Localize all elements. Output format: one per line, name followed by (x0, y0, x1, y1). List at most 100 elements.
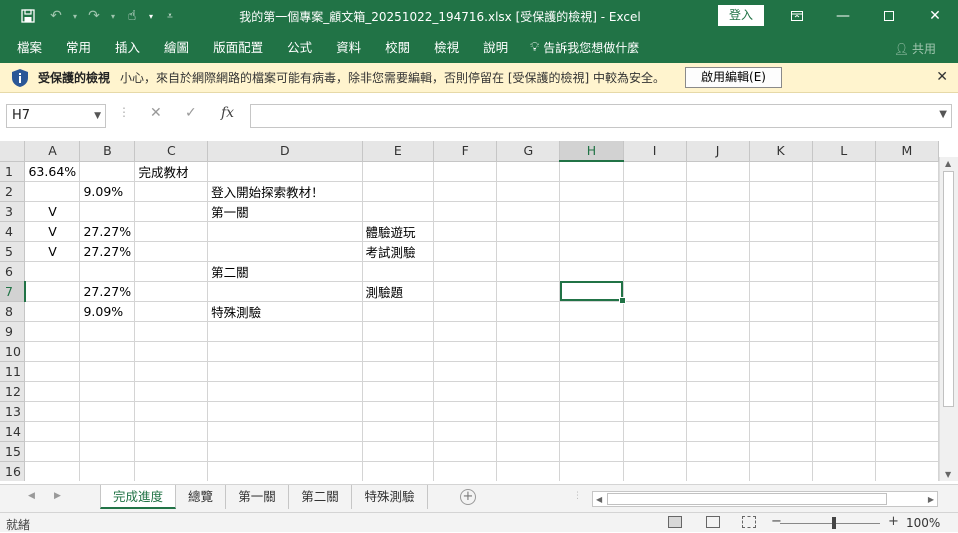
cell-h15[interactable] (559, 441, 624, 462)
cell-m5[interactable] (875, 241, 939, 262)
cell-table[interactable]: ABCDEFGHIJKLM 1 63.64% 完成教材 2 9.09% 登入開始探索教材！… (0, 141, 939, 481)
cell-c2[interactable] (134, 181, 209, 202)
cell-g10[interactable] (496, 341, 561, 362)
redo-icon[interactable]: ↷ (80, 0, 108, 32)
cell-e5[interactable]: 考試測驗 (362, 241, 435, 262)
cell-f14[interactable] (433, 421, 498, 442)
tab-insert[interactable]: 插入 (103, 32, 152, 63)
cell-m13[interactable] (875, 401, 939, 422)
zoom-level[interactable]: 100% (906, 516, 940, 530)
cell-e6[interactable] (362, 261, 435, 282)
column-header-c[interactable]: C (134, 141, 209, 162)
cell-l6[interactable] (812, 261, 876, 282)
cell-b6[interactable] (79, 261, 136, 282)
cell-i4[interactable] (623, 221, 687, 242)
cell-a9[interactable] (24, 321, 81, 342)
row-header[interactable]: 16 (0, 461, 26, 481)
cell-b5[interactable]: 27.27% (79, 241, 136, 262)
insert-function-icon[interactable]: fx (221, 105, 234, 121)
name-box[interactable]: H7 ▼ (6, 104, 106, 128)
touch-mode-icon[interactable]: ☝ (118, 0, 146, 32)
cell-j11[interactable] (686, 361, 750, 382)
cell-b11[interactable] (79, 361, 136, 382)
cell-h5[interactable] (559, 241, 624, 262)
cell-a13[interactable] (24, 401, 81, 422)
column-header-m[interactable]: M (875, 141, 939, 162)
cell-c5[interactable] (134, 241, 209, 262)
cell-l13[interactable] (812, 401, 876, 422)
cell-g16[interactable] (496, 461, 561, 481)
minimize-icon[interactable]: — (820, 0, 866, 32)
worksheet-grid[interactable]: ABCDEFGHIJKLM 1 63.64% 完成教材 2 9.09% 登入開始探索教材！… (0, 141, 939, 481)
cell-b15[interactable] (79, 441, 136, 462)
vertical-scroll-thumb[interactable] (943, 171, 954, 407)
cell-f10[interactable] (433, 341, 498, 362)
chevron-down-icon[interactable]: ▼ (94, 105, 101, 127)
cell-d6[interactable]: 第二關 (207, 261, 363, 282)
cell-i11[interactable] (623, 361, 687, 382)
cell-h4[interactable] (559, 221, 624, 242)
cell-m3[interactable] (875, 201, 939, 222)
cell-g5[interactable] (496, 241, 561, 262)
cell-l9[interactable] (812, 321, 876, 342)
cell-h13[interactable] (559, 401, 624, 422)
cell-h7[interactable] (559, 281, 626, 303)
cell-g11[interactable] (496, 361, 561, 382)
row-header[interactable]: 12 (0, 381, 26, 402)
row-header[interactable]: 4 (0, 221, 26, 242)
cell-k12[interactable] (749, 381, 813, 402)
row-header[interactable]: 2 (0, 181, 26, 202)
prev-sheet-icon[interactable]: ◀ (28, 491, 35, 501)
cell-f8[interactable] (433, 301, 498, 322)
cell-g8[interactable] (496, 301, 561, 322)
expand-formula-bar-icon[interactable]: ▼ (939, 109, 947, 120)
cell-l8[interactable] (812, 301, 876, 322)
formula-input[interactable]: ▼ (250, 104, 952, 128)
enter-icon[interactable]: ✓ (185, 105, 197, 121)
cell-m10[interactable] (875, 341, 939, 362)
cell-e14[interactable] (362, 421, 435, 442)
cell-c6[interactable] (134, 261, 209, 282)
cell-a15[interactable] (24, 441, 81, 462)
cell-f3[interactable] (433, 201, 498, 222)
cell-f1[interactable] (433, 161, 498, 182)
cell-a6[interactable] (24, 261, 81, 282)
horizontal-scroll-thumb[interactable] (607, 493, 887, 505)
cell-m11[interactable] (875, 361, 939, 382)
cell-k15[interactable] (749, 441, 813, 462)
cell-l11[interactable] (812, 361, 876, 382)
tab-view[interactable]: 檢視 (422, 32, 471, 63)
cell-g13[interactable] (496, 401, 561, 422)
column-header-j[interactable]: J (686, 141, 750, 162)
cell-h1[interactable] (559, 161, 624, 182)
cell-i5[interactable] (623, 241, 687, 262)
cell-m1[interactable] (875, 161, 939, 182)
cell-d14[interactable] (207, 421, 363, 442)
column-header-h[interactable]: H (559, 141, 624, 162)
horizontal-scrollbar[interactable]: ◀ ▶ (592, 491, 938, 507)
column-header-g[interactable]: G (496, 141, 561, 162)
tab-home[interactable]: 常用 (54, 32, 103, 63)
touch-mode-dropdown-icon[interactable]: ▾ (146, 0, 156, 32)
cell-f9[interactable] (433, 321, 498, 342)
column-header-a[interactable]: A (24, 141, 81, 162)
sheet-tab-overview[interactable]: 總覽 (176, 485, 226, 509)
cell-a10[interactable] (24, 341, 81, 362)
cell-m9[interactable] (875, 321, 939, 342)
cell-e2[interactable] (362, 181, 435, 202)
cell-k5[interactable] (749, 241, 813, 262)
cell-a16[interactable] (24, 461, 81, 481)
cell-g7[interactable] (496, 281, 561, 302)
cell-i1[interactable] (623, 161, 687, 182)
cancel-icon[interactable]: ✕ (150, 105, 162, 121)
cell-f11[interactable] (433, 361, 498, 382)
customize-qat-icon[interactable]: ⩡ (156, 0, 184, 32)
cell-d9[interactable] (207, 321, 363, 342)
cell-e10[interactable] (362, 341, 435, 362)
column-header-i[interactable]: I (623, 141, 687, 162)
cell-l12[interactable] (812, 381, 876, 402)
cell-k7[interactable] (749, 281, 813, 302)
cell-f4[interactable] (433, 221, 498, 242)
cell-j10[interactable] (686, 341, 750, 362)
cell-m7[interactable] (875, 281, 939, 302)
